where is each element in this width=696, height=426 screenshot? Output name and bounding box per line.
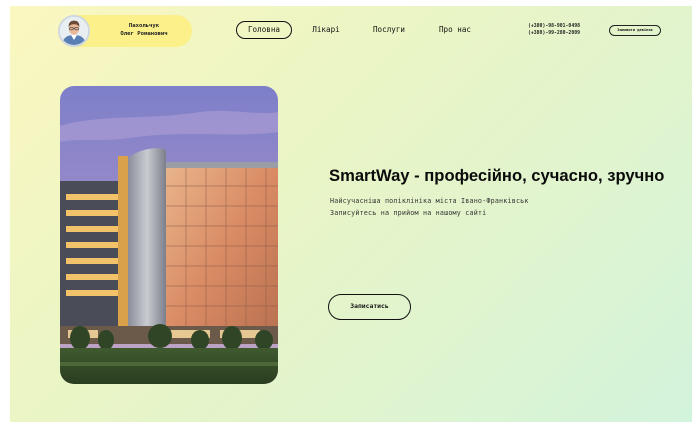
hero-title: SmartWay - професійно, сучасно, зручно: [329, 166, 665, 185]
profile-surname: Пахольчук: [128, 23, 160, 29]
nav-doctors[interactable]: Лікарі: [308, 21, 344, 39]
landing-page: Пахольчук Олег Романович Головна Лікарі …: [10, 6, 692, 422]
profile-name: Пахольчук Олег Романович: [100, 23, 188, 38]
user-profile-pill[interactable]: Пахольчук Олег Романович: [58, 15, 192, 47]
avatar[interactable]: [58, 15, 90, 47]
request-call-button[interactable]: Замовити дзвінок: [609, 25, 661, 36]
user-photo-icon: [60, 17, 88, 45]
signup-button[interactable]: Записатись: [328, 294, 411, 320]
nav-about[interactable]: Про нас: [434, 21, 476, 39]
hero-subtitle-line1: Найсучасніша поліклініка міста Івано-Фра…: [330, 197, 529, 205]
phone-number-2[interactable]: (+380)-99-280-2009: [528, 30, 580, 37]
nav-home[interactable]: Головна: [236, 21, 292, 39]
clinic-building-illustration: [60, 86, 278, 384]
profile-given-names: Олег Романович: [120, 30, 168, 37]
nav-services[interactable]: Послуги: [368, 21, 410, 39]
clinic-building-photo: [60, 86, 278, 384]
phone-number-1[interactable]: (+380)-98-901-0498: [528, 23, 580, 30]
hero-subtitle-line2: Записуйтесь на прийом на нашому сайті: [330, 209, 487, 217]
contact-phones: (+380)-98-901-0498 (+380)-99-280-2009: [528, 23, 580, 37]
